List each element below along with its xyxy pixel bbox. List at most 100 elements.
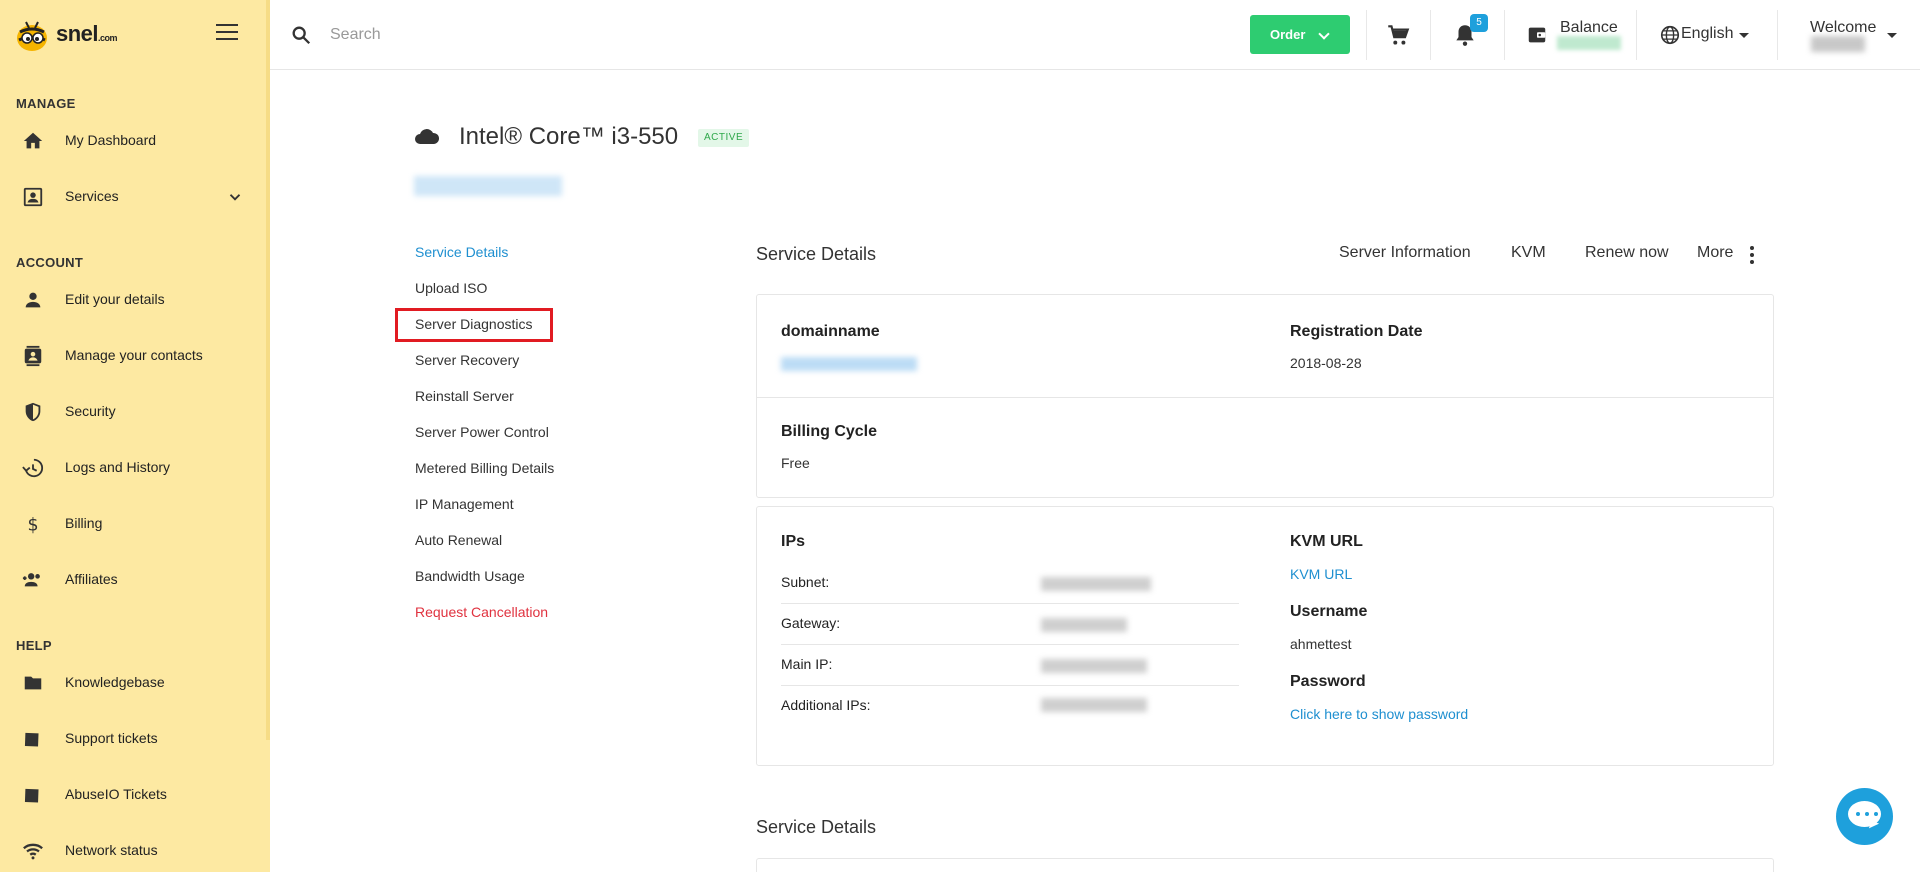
service-nav-upload-iso[interactable]: Upload ISO (415, 280, 487, 296)
sidebar-item-label: Billing (65, 515, 103, 531)
sidebar-item-label: Edit your details (65, 291, 165, 307)
sidebar-item-dashboard[interactable]: My Dashboard (0, 120, 266, 160)
sidebar-item-billing[interactable]: $ Billing (0, 503, 266, 543)
menu-toggle-icon[interactable] (216, 24, 238, 42)
ips-title: IPs (781, 533, 806, 550)
sidebar-item-edit-details[interactable]: Edit your details (0, 279, 266, 319)
caret-down-icon (1739, 33, 1749, 38)
service-nav-server-recovery[interactable]: Server Recovery (415, 352, 519, 368)
service-nav-power-control[interactable]: Server Power Control (415, 424, 549, 440)
header-divider (1777, 10, 1778, 60)
tab-more[interactable]: More (1697, 244, 1733, 262)
contacts-icon (24, 345, 42, 367)
sidebar-item-label: Logs and History (65, 459, 171, 475)
service-nav-service-details[interactable]: Service Details (415, 244, 508, 260)
sidebar-item-label: Network status (65, 842, 158, 858)
highlight-annotation (395, 308, 553, 342)
sidebar-item-affiliates[interactable]: Affiliates (0, 559, 266, 599)
additional-ips-label: Additional IPs: (781, 697, 871, 713)
sidebar-item-services[interactable]: Services (0, 176, 266, 216)
top-header: Order 5 Balance English Welcome (270, 0, 1920, 70)
service-details-card-secondary (756, 858, 1774, 872)
order-button-label: Order (1270, 27, 1306, 42)
kvm-url-title: KVM URL (1290, 533, 1363, 550)
service-nav-ip-management[interactable]: IP Management (415, 496, 514, 512)
chat-widget-button[interactable] (1836, 788, 1893, 845)
account-menu[interactable]: Welcome (1810, 19, 1876, 37)
caret-down-icon (1887, 33, 1897, 38)
tab-renew-now[interactable]: Renew now (1585, 244, 1669, 262)
service-nav-request-cancellation[interactable]: Request Cancellation (415, 604, 548, 620)
sidebar: snel.com MANAGE My Dashboard Services AC… (0, 0, 270, 872)
service-nav-auto-renewal[interactable]: Auto Renewal (415, 532, 502, 548)
username-redacted (1811, 36, 1865, 52)
brand-name: snel.com (56, 21, 118, 46)
order-button[interactable]: Order (1250, 15, 1350, 54)
tab-server-information[interactable]: Server Information (1339, 244, 1471, 262)
service-nav-reinstall-server[interactable]: Reinstall Server (415, 388, 514, 404)
service-nav-metered-billing[interactable]: Metered Billing Details (415, 460, 554, 476)
gateway-value-redacted (1041, 618, 1127, 632)
language-selector[interactable]: English (1681, 25, 1733, 43)
row-divider (781, 603, 1239, 604)
chevron-down-icon[interactable] (226, 188, 244, 206)
billing-cycle-value: Free (781, 455, 810, 471)
sidebar-item-label: Affiliates (65, 571, 118, 587)
billing-cycle-label: Billing Cycle (781, 423, 878, 440)
cloud-icon (415, 129, 440, 144)
sidebar-item-support-tickets[interactable]: Support tickets (0, 718, 266, 758)
dollar-icon: $ (27, 515, 38, 535)
page-title: Intel® Core™ i3-550 (459, 123, 679, 150)
section-label-manage: MANAGE (16, 96, 76, 111)
sidebar-item-contacts[interactable]: Manage your contacts (0, 335, 266, 375)
username-label: Username (1290, 603, 1368, 620)
show-password-link[interactable]: Click here to show password (1290, 706, 1468, 722)
section-title-service-details-secondary: Service Details (756, 817, 877, 837)
home-icon (23, 132, 43, 149)
balance-value-redacted (1557, 36, 1621, 50)
main-ip-value-redacted (1041, 659, 1147, 673)
sidebar-item-label: Support tickets (65, 730, 158, 746)
main-ip-label: Main IP: (781, 656, 833, 672)
sidebar-item-label: Security (65, 403, 116, 419)
sidebar-item-network-status[interactable]: Network status (0, 830, 266, 870)
history-icon (22, 458, 44, 478)
sidebar-item-label: Manage your contacts (65, 347, 203, 363)
tab-kvm[interactable]: KVM (1511, 244, 1546, 262)
sidebar-item-label: AbuseIO Tickets (65, 786, 167, 802)
person-icon (25, 292, 41, 308)
group-add-icon (22, 573, 40, 587)
sidebar-item-abuseio-tickets[interactable]: AbuseIO Tickets (0, 774, 266, 814)
id-card-icon (23, 187, 43, 207)
registration-date-label: Registration Date (1290, 323, 1423, 340)
wallet-icon (1528, 27, 1546, 43)
search-input[interactable] (330, 20, 730, 50)
gateway-label: Gateway: (781, 615, 841, 631)
notification-badge: 5 (1470, 14, 1488, 32)
sidebar-item-security[interactable]: Security (0, 391, 266, 431)
section-label-help: HELP (16, 638, 52, 653)
sidebar-scrollbar[interactable] (266, 0, 270, 740)
sidebar-item-label: Services (65, 188, 119, 204)
brand-logo[interactable]: snel.com (12, 14, 118, 54)
subnet-label: Subnet: (781, 574, 830, 590)
domainname-value-redacted (781, 357, 917, 371)
more-vertical-icon[interactable] (1749, 246, 1755, 264)
sidebar-item-logs[interactable]: Logs and History (0, 447, 266, 487)
section-title-service-details: Service Details (756, 244, 877, 264)
username-value: ahmettest (1290, 636, 1352, 652)
svg-text:$: $ (27, 515, 38, 535)
header-divider (1430, 10, 1431, 60)
row-divider (781, 685, 1239, 686)
bee-logo-icon (17, 21, 47, 51)
cart-icon[interactable] (1385, 22, 1411, 48)
additional-ips-value-redacted (1041, 698, 1147, 712)
balance-label[interactable]: Balance (1560, 19, 1618, 37)
kvm-url-link[interactable]: KVM URL (1290, 566, 1352, 582)
service-nav-bandwidth-usage[interactable]: Bandwidth Usage (415, 568, 525, 584)
status-badge: ACTIVE (698, 129, 750, 147)
header-divider (1366, 10, 1367, 60)
search-icon (292, 26, 311, 45)
ips-kvm-card: IPs Subnet: Gateway: Main IP: Additional… (756, 506, 1774, 766)
sidebar-item-knowledgebase[interactable]: Knowledgebase (0, 662, 266, 702)
